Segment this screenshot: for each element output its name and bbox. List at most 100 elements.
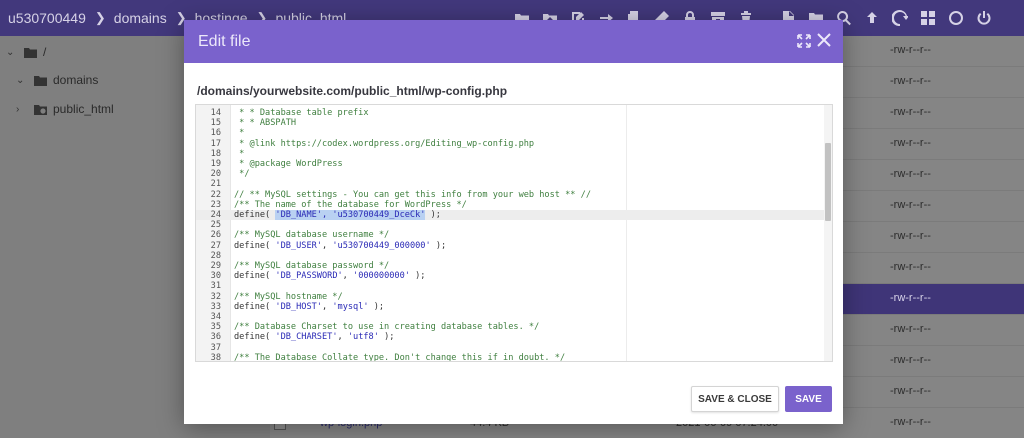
code-text: /** MySQL database username */ (234, 230, 389, 240)
code-line[interactable]: 14 * * Database table prefix (196, 108, 824, 118)
code-text: /** MySQL database password */ (234, 261, 389, 271)
line-number: 34 (210, 312, 221, 322)
code-line[interactable]: 38 /** The Database Collate type. Don't c… (196, 353, 824, 361)
close-icon[interactable] (816, 32, 832, 48)
code-token: ); (425, 210, 441, 220)
save-and-close-button[interactable]: SAVE & CLOSE (691, 386, 779, 412)
code-line[interactable]: 18 * (196, 149, 824, 159)
file-permissions: -rw-r--r-- (890, 230, 931, 242)
code-token: /** MySQL database username */ (234, 230, 390, 241)
line-number: 18 (210, 148, 221, 159)
line-number: 32 (210, 291, 221, 302)
save-button[interactable]: SAVE (785, 386, 832, 412)
selected-text: 'DB_NAME', 'u530700449_DceCk' (275, 210, 426, 220)
line-number: 23 (210, 199, 221, 210)
line-number: 24 (210, 210, 221, 220)
refresh-icon[interactable] (888, 8, 912, 28)
line-number: 27 (210, 240, 221, 251)
chevron-right-icon[interactable]: › (16, 104, 26, 115)
file-permissions: -rw-r--r-- (890, 323, 931, 335)
code-token: * * Database table prefix (234, 108, 369, 118)
tree-item-root[interactable]: ⌄ / (6, 38, 46, 66)
code-line[interactable]: 31 (196, 281, 824, 291)
upload-icon[interactable] (860, 8, 884, 28)
code-token: ); (378, 332, 395, 343)
breadcrumb-item-domains[interactable]: domains (114, 10, 167, 26)
code-token: /** The name of the database for WordPre… (234, 199, 467, 210)
dialog-header: Edit file (184, 20, 843, 63)
code-token: 'mysql' (332, 301, 369, 312)
code-text: * (234, 128, 244, 138)
code-line[interactable]: 33 define( 'DB_HOST', 'mysql' ); (196, 302, 824, 312)
code-text: define( 'DB_HOST', 'mysql' ); (234, 302, 384, 312)
logout-icon[interactable] (972, 8, 996, 28)
expand-icon[interactable] (797, 34, 811, 48)
code-line[interactable]: 24 define( 'DB_NAME', 'u530700449_DceCk' … (196, 210, 824, 221)
code-line[interactable]: 34 (196, 312, 824, 322)
scrollbar-thumb[interactable] (825, 143, 831, 221)
code-text: */ (234, 169, 250, 180)
file-permissions: -rw-r--r-- (890, 354, 931, 366)
line-number: 28 (210, 250, 221, 261)
line-number: 26 (210, 230, 221, 241)
code-text: define( 'DB_CHARSET', 'utf8' ); (234, 332, 394, 342)
code-token: 'DB_PASSWORD' (275, 271, 343, 282)
grid-icon[interactable] (916, 8, 940, 28)
chevron-down-icon[interactable]: ⌄ (16, 75, 26, 86)
code-text: /** The name of the database for WordPre… (234, 200, 467, 210)
code-line[interactable]: 17 * @link https://codex.wordpress.org/E… (196, 139, 824, 149)
code-line[interactable]: 21 (196, 179, 824, 189)
code-line[interactable]: 28 (196, 251, 824, 261)
file-path: /domains/yourwebsite.com/public_html/wp-… (197, 84, 508, 98)
code-line[interactable]: 30 define( 'DB_PASSWORD', '000000000' ); (196, 271, 824, 281)
folder-open-icon (24, 47, 37, 58)
edit-file-dialog: Edit file /domains/yourwebsite.com/publi… (184, 20, 843, 424)
line-number: 35 (210, 322, 221, 333)
code-line[interactable]: 32 /** MySQL hostname */ (196, 292, 824, 302)
code-line[interactable]: 25 (196, 220, 824, 230)
code-token: define( (234, 271, 276, 282)
tree-item-domains[interactable]: ⌄ domains (16, 66, 98, 94)
line-number: 33 (210, 301, 221, 312)
code-line[interactable]: 15 * * ABSPATH (196, 118, 824, 128)
code-token: , (321, 301, 333, 312)
code-line[interactable]: 19 * @package WordPress (196, 159, 824, 169)
line-number: 31 (210, 281, 221, 292)
code-text: * * Database table prefix (234, 108, 369, 118)
code-line[interactable]: 26 /** MySQL database username */ (196, 230, 824, 240)
code-token: * (234, 128, 245, 139)
code-line[interactable]: 27 define( 'DB_USER', 'u530700449_000000'… (196, 241, 824, 251)
code-text: define( 'DB_PASSWORD', '000000000' ); (234, 271, 425, 281)
code-line[interactable]: 23 /** The name of the database for WordP… (196, 200, 824, 210)
code-line[interactable]: 35 /** Database Charset to use in creatin… (196, 322, 824, 332)
code-line[interactable]: 20 */ (196, 169, 824, 179)
code-text: define( 'DB_USER', 'u530700449_000000' )… (234, 241, 446, 251)
code-token: define( (234, 301, 276, 312)
code-line[interactable]: 29 /** MySQL database password */ (196, 261, 824, 271)
breadcrumb-item-root[interactable]: u530700449 (8, 10, 86, 26)
line-number: 25 (210, 220, 221, 231)
line-number: 20 (210, 169, 221, 180)
code-line[interactable]: 37 (196, 343, 824, 353)
code-token: */ (234, 169, 250, 180)
globe-icon[interactable] (944, 8, 968, 28)
tree-item-public-html[interactable]: › public_html (16, 95, 114, 123)
code-line[interactable]: 16 * (196, 128, 824, 138)
chevron-down-icon[interactable]: ⌄ (6, 47, 16, 58)
code-text: * * ABSPATH (234, 118, 296, 128)
code-token: 'u530700449_000000' (332, 240, 431, 251)
line-number: 15 (210, 118, 221, 129)
code-token: /** MySQL database password */ (234, 261, 390, 271)
code-line[interactable]: 36 define( 'DB_CHARSET', 'utf8' ); (196, 332, 824, 342)
code-token: define( (234, 332, 276, 343)
code-text: /** Database Charset to use in creating … (234, 322, 539, 332)
editor-scrollbar[interactable] (824, 105, 832, 361)
code-line[interactable]: 22 // ** MySQL settings - You can get thi… (196, 190, 824, 200)
line-number: 30 (210, 271, 221, 282)
code-token: ); (430, 240, 447, 251)
tree-item-label: public_html (53, 102, 114, 116)
code-token: // ** MySQL settings - You can get this … (234, 189, 591, 200)
line-number: 22 (210, 189, 221, 200)
code-text: // ** MySQL settings - You can get this … (234, 190, 591, 200)
code-editor[interactable]: 14 * * Database table prefix 15 * * ABSPA… (195, 104, 833, 362)
